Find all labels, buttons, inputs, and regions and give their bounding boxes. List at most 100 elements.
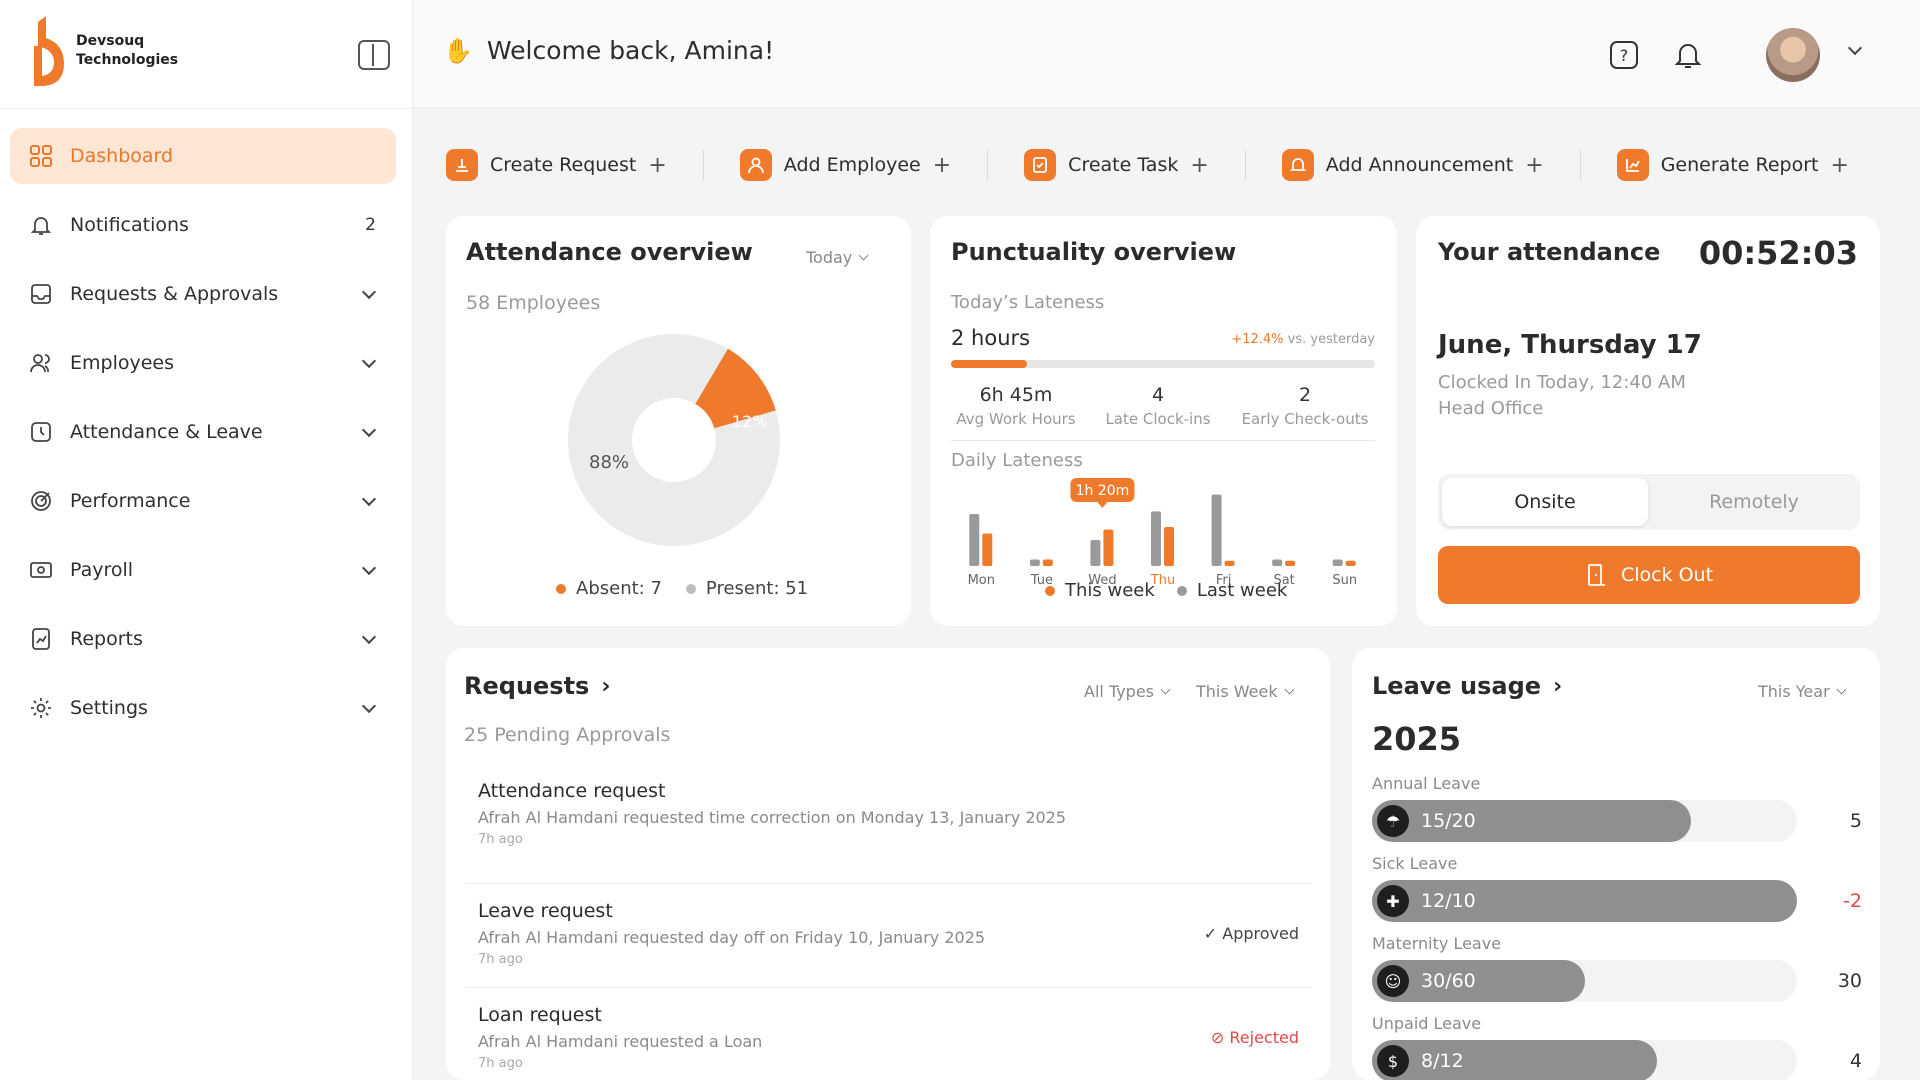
change-suffix: vs. yesterday (1287, 332, 1375, 347)
sidebar-item-dashboard[interactable]: Dashboard (10, 128, 396, 184)
door-exit-icon (1588, 564, 1605, 586)
chevron-down-icon[interactable] (361, 629, 377, 644)
bar-last-week-fri[interactable] (1211, 494, 1222, 567)
leave-remaining: 5 (1849, 810, 1862, 832)
year-filter-dropdown[interactable]: This Year (1758, 682, 1847, 701)
create-task-button[interactable]: Create Task + (1024, 145, 1209, 185)
chevron-down-icon (1836, 684, 1847, 695)
legend-present: Present: 51 (685, 578, 808, 599)
request-item-attendance[interactable]: Attendance request Afrah Al Hamdani requ… (466, 780, 1311, 884)
stat-value: 6h 45m (979, 384, 1053, 406)
request-description: Afrah Al Hamdani requested a Loan (478, 1032, 763, 1051)
bar-this-week-fri[interactable] (1224, 560, 1235, 566)
status-label: Rejected (1229, 1028, 1299, 1047)
help-icon[interactable]: ? (1607, 38, 1641, 72)
chevron-right-icon: › (1553, 673, 1563, 699)
sidebar-item-settings[interactable]: Settings (10, 680, 396, 736)
sidebar-item-attendance-leave[interactable]: Attendance & Leave (10, 404, 396, 460)
period-dropdown[interactable]: Today (806, 248, 869, 267)
period-filter-dropdown[interactable]: This Week (1196, 682, 1295, 701)
leave-usage-title-link[interactable]: Leave usage › (1372, 672, 1562, 700)
stat-value: 2 (1298, 384, 1312, 406)
dollar-icon: $ (1377, 1045, 1409, 1077)
daily-lateness-bar-chart: Mon Tue Wed Thu Fri Sat Sun1h 20m (968, 478, 1357, 588)
clock-out-button[interactable]: Clock Out (1438, 546, 1860, 604)
bell-icon (28, 212, 54, 238)
leave-row-sick: Sick Leave ✚ 12/10 -2 (1372, 854, 1862, 922)
card-title: Leave usage (1372, 672, 1542, 700)
sidebar-item-payroll[interactable]: Payroll (10, 542, 396, 598)
lateness-tooltip: 1h 20m (1070, 478, 1135, 508)
type-filter-label: All Types (1084, 682, 1155, 701)
pending-approvals-count: 25 Pending Approvals (464, 724, 671, 746)
remotely-tab[interactable]: Remotely (1652, 478, 1856, 526)
bar-last-week-sun[interactable] (1332, 559, 1343, 567)
bar-this-week-wed[interactable] (1103, 529, 1114, 566)
requests-title-link[interactable]: Requests › (464, 672, 610, 700)
chevron-down-icon[interactable] (361, 560, 377, 575)
sidebar-item-requests-approvals[interactable]: Requests & Approvals (10, 266, 396, 322)
legend-this-week: This week (1045, 580, 1155, 601)
chevron-down-icon[interactable] (361, 422, 377, 437)
chevron-down-icon (1284, 684, 1295, 695)
tooltip-text: 1h 20m (1076, 483, 1130, 499)
card-title: Attendance overview (466, 238, 753, 266)
waving-hand-icon: ✋ (443, 36, 473, 65)
bar-last-week-tue[interactable] (1029, 559, 1040, 567)
attendance-legend: Absent: 7 Present: 51 (556, 578, 808, 599)
chevron-down-icon[interactable] (361, 698, 377, 713)
leave-label: Sick Leave (1372, 854, 1458, 873)
bar-this-week-sun[interactable] (1345, 560, 1356, 566)
sidebar-item-label: Attendance & Leave (70, 421, 263, 443)
card-title: Your attendance (1438, 238, 1661, 266)
sidebar: Devsouq Technologies Dashboard Notificat… (0, 0, 413, 1080)
chevron-right-icon: › (601, 673, 611, 699)
clock-icon (28, 419, 54, 445)
last-week-dot-icon (1176, 586, 1187, 596)
sidebar-item-performance[interactable]: Performance (10, 473, 396, 529)
add-employee-button[interactable]: Add Employee + (739, 145, 952, 185)
bar-last-week-sat[interactable] (1272, 559, 1283, 567)
sidebar-collapse-icon[interactable] (358, 40, 390, 70)
user-avatar[interactable] (1766, 28, 1820, 82)
add-announcement-button[interactable]: Add Announcement + (1281, 145, 1544, 185)
profile-chevron-down-icon[interactable] (1847, 40, 1863, 56)
leave-fraction: 30/60 (1421, 970, 1476, 992)
sidebar-item-notifications[interactable]: Notifications 2 (10, 197, 396, 253)
brand-line-1: Devsouq (76, 33, 145, 49)
company-logo[interactable]: Devsouq Technologies (30, 16, 178, 86)
chevron-down-icon[interactable] (361, 353, 377, 368)
type-filter-dropdown[interactable]: All Types (1084, 682, 1171, 701)
generate-report-button[interactable]: Generate Report + (1616, 145, 1849, 185)
notification-bell-icon[interactable] (1671, 38, 1705, 72)
sidebar-item-reports[interactable]: Reports (10, 611, 396, 667)
bar-last-week-mon[interactable] (969, 514, 980, 566)
chevron-down-icon[interactable] (361, 284, 377, 299)
bar-this-week-sat[interactable] (1285, 560, 1296, 566)
bar-last-week-thu[interactable] (1151, 511, 1161, 566)
clock-timer: 00:52:03 (1698, 234, 1858, 272)
bar-this-week-tue[interactable] (1042, 559, 1053, 567)
leave-progress-track: ✚ 12/10 (1372, 880, 1797, 922)
create-request-button[interactable]: Create Request + (446, 145, 667, 185)
bar-this-week-thu[interactable] (1164, 527, 1174, 566)
onsite-tab[interactable]: Onsite (1442, 478, 1648, 526)
chevron-down-icon[interactable] (361, 491, 377, 506)
bar-last-week-wed[interactable] (1090, 540, 1101, 566)
lateness-change: +12.4% vs. yesterday (1231, 332, 1375, 347)
request-item-leave[interactable]: Leave request Afrah Al Hamdani requested… (466, 884, 1311, 988)
legend-last-week: Last week (1176, 580, 1287, 601)
beach-icon: ☂ (1377, 805, 1409, 837)
money-icon (28, 557, 54, 583)
clocked-in-time: Clocked In Today, 12:40 AM (1438, 372, 1686, 393)
sidebar-item-label: Dashboard (70, 145, 174, 167)
plus-icon: + (932, 152, 952, 178)
add-announcement-label: Add Announcement (1325, 154, 1514, 176)
request-item-loan[interactable]: Loan request Afrah Al Hamdani requested … (466, 988, 1311, 1080)
leave-progress-track: ☺ 30/60 (1372, 960, 1797, 1002)
lateness-progress-fill (951, 360, 1028, 368)
leave-progress-fill: ☺ 30/60 (1372, 960, 1585, 1002)
sidebar-item-employees[interactable]: Employees (10, 335, 396, 391)
notification-count-badge: 2 (365, 215, 376, 235)
bar-this-week-mon[interactable] (982, 533, 993, 567)
